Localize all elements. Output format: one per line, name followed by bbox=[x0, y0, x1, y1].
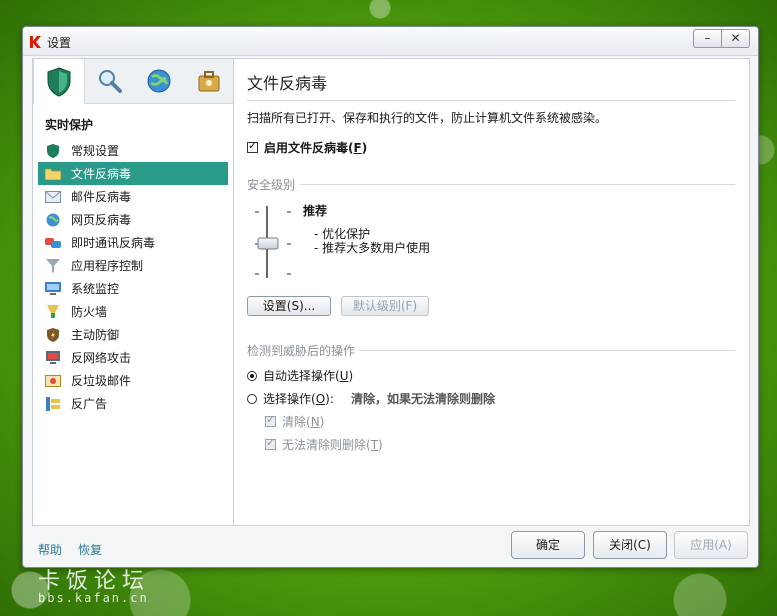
globe-icon bbox=[45, 212, 61, 228]
sidebar-item-web-av[interactable]: 网页反病毒 bbox=[38, 208, 228, 231]
sidebar-item-file-av[interactable]: 文件反病毒 bbox=[38, 162, 228, 185]
sidebar-item-label: 主动防御 bbox=[71, 328, 120, 342]
default-level-button[interactable]: 默认级别(F) bbox=[341, 296, 429, 316]
sidebar-item-label: 系统监控 bbox=[71, 282, 120, 296]
restore-link[interactable]: 恢复 bbox=[78, 541, 102, 558]
sidebar-item-label: 反垃圾邮件 bbox=[71, 374, 132, 388]
radio-unselected-icon bbox=[247, 394, 257, 404]
globe-update-icon bbox=[147, 69, 171, 93]
apply-button[interactable]: 应用(A) bbox=[674, 531, 748, 559]
enable-file-av-checkbox[interactable]: 启用文件反病毒(F) bbox=[247, 139, 367, 156]
toolbox-icon bbox=[198, 71, 220, 92]
shield-icon bbox=[45, 143, 61, 159]
level-desc-2: - 推荐大多数用户使用 bbox=[314, 241, 431, 255]
sidebar-item-label: 即时通讯反病毒 bbox=[71, 236, 156, 250]
security-level-slider[interactable] bbox=[253, 206, 293, 278]
category-tabs bbox=[33, 59, 234, 104]
ok-button[interactable]: 确定 bbox=[511, 531, 585, 559]
tab-scan[interactable] bbox=[85, 59, 135, 103]
security-level-section: 安全级别 bbox=[247, 176, 735, 193]
checkbox-checked-icon bbox=[247, 139, 258, 153]
close-button[interactable]: 关闭(C) bbox=[593, 531, 667, 559]
tab-options[interactable] bbox=[184, 59, 234, 103]
sidebar-item-proactive[interactable]: 主动防御 bbox=[38, 323, 228, 346]
antibanner-icon bbox=[45, 396, 61, 412]
delete-if-fail-checkbox[interactable]: 无法清除则删除(T) bbox=[265, 436, 383, 453]
sidebar-item-mail-av[interactable]: 邮件反病毒 bbox=[38, 185, 228, 208]
sidebar-item-anti-banner[interactable]: 反广告 bbox=[38, 392, 228, 415]
sidebar-item-im-av[interactable]: 即时通讯反病毒 bbox=[38, 231, 228, 254]
sidebar-item-label: 防火墙 bbox=[71, 305, 108, 319]
window-title: 设置 bbox=[47, 36, 72, 50]
antispam-icon bbox=[45, 373, 61, 389]
select-action-radio[interactable]: 选择操作(O): bbox=[247, 390, 334, 407]
filter-icon bbox=[45, 258, 61, 274]
sidebar-item-label: 反广告 bbox=[71, 397, 108, 411]
title-divider bbox=[247, 100, 735, 101]
monitor-icon bbox=[45, 281, 61, 297]
title-bar: 设置 – ✕ bbox=[23, 27, 758, 56]
level-name: 推荐 bbox=[303, 204, 328, 218]
defense-icon bbox=[45, 327, 61, 343]
sidebar-item-label: 网页反病毒 bbox=[71, 213, 132, 227]
action-section: 检测到威胁后的操作 bbox=[247, 342, 735, 359]
page-title: 文件反病毒 bbox=[247, 74, 328, 93]
kaspersky-k-icon bbox=[30, 36, 41, 48]
left-panel: 实时保护 常规设置 文件反病毒 邮件反病毒 网页反病毒 即时通讯反病毒 应用程序… bbox=[32, 58, 234, 526]
tab-update[interactable] bbox=[135, 59, 185, 103]
help-link[interactable]: 帮助 bbox=[38, 541, 62, 558]
sidebar-item-anti-network-attack[interactable]: 反网络攻击 bbox=[38, 346, 228, 369]
tab-protection[interactable] bbox=[33, 59, 85, 104]
sidebar-item-system-watcher[interactable]: 系统监控 bbox=[38, 277, 228, 300]
mail-icon bbox=[45, 189, 61, 205]
settings-dialog: 设置 – ✕ 实时保护 常规设置 文件反病毒 邮件反病毒 网页反病毒 即时通讯反… bbox=[22, 26, 759, 568]
sidebar-item-firewall[interactable]: 防火墙 bbox=[38, 300, 228, 323]
network-attack-icon bbox=[45, 350, 61, 366]
settings-nav: 常规设置 文件反病毒 邮件反病毒 网页反病毒 即时通讯反病毒 应用程序控制 系统… bbox=[38, 139, 228, 415]
sidebar-item-general[interactable]: 常规设置 bbox=[38, 139, 228, 162]
description: 扫描所有已打开、保存和执行的文件，防止计算机文件系统被感染。 bbox=[247, 111, 608, 125]
sidebar-item-label: 应用程序控制 bbox=[71, 259, 144, 273]
sidebar-item-label: 邮件反病毒 bbox=[71, 190, 132, 204]
checkbox-checked-icon bbox=[265, 413, 276, 427]
firewall-icon bbox=[45, 304, 61, 320]
sidebar-item-label: 反网络攻击 bbox=[71, 351, 132, 365]
folder-icon bbox=[45, 166, 61, 182]
minimize-button[interactable]: – bbox=[693, 29, 721, 48]
chat-icon bbox=[45, 235, 61, 251]
sidebar-item-anti-spam[interactable]: 反垃圾邮件 bbox=[38, 369, 228, 392]
checkbox-checked-icon bbox=[265, 436, 276, 450]
settings-button[interactable]: 设置(S)... bbox=[247, 296, 331, 316]
watermark-url: bbs.kafan.cn bbox=[38, 591, 149, 605]
clean-checkbox[interactable]: 清除(N) bbox=[265, 413, 324, 430]
shield-icon bbox=[47, 66, 71, 97]
auto-action-radio[interactable]: 自动选择操作(U) bbox=[247, 367, 353, 384]
sidebar-item-app-control[interactable]: 应用程序控制 bbox=[38, 254, 228, 277]
radio-selected-icon bbox=[247, 371, 257, 381]
selected-action-value: 清除，如果无法清除则删除 bbox=[351, 392, 496, 406]
sidebar-item-label: 文件反病毒 bbox=[71, 167, 132, 181]
sidebar-item-label: 常规设置 bbox=[71, 144, 120, 158]
content-panel: 文件反病毒 扫描所有已打开、保存和执行的文件，防止计算机文件系统被感染。 启用文… bbox=[233, 58, 750, 526]
magnifier-icon bbox=[98, 70, 122, 93]
close-window-button[interactable]: ✕ bbox=[721, 29, 750, 48]
group-title: 实时保护 bbox=[45, 118, 94, 132]
